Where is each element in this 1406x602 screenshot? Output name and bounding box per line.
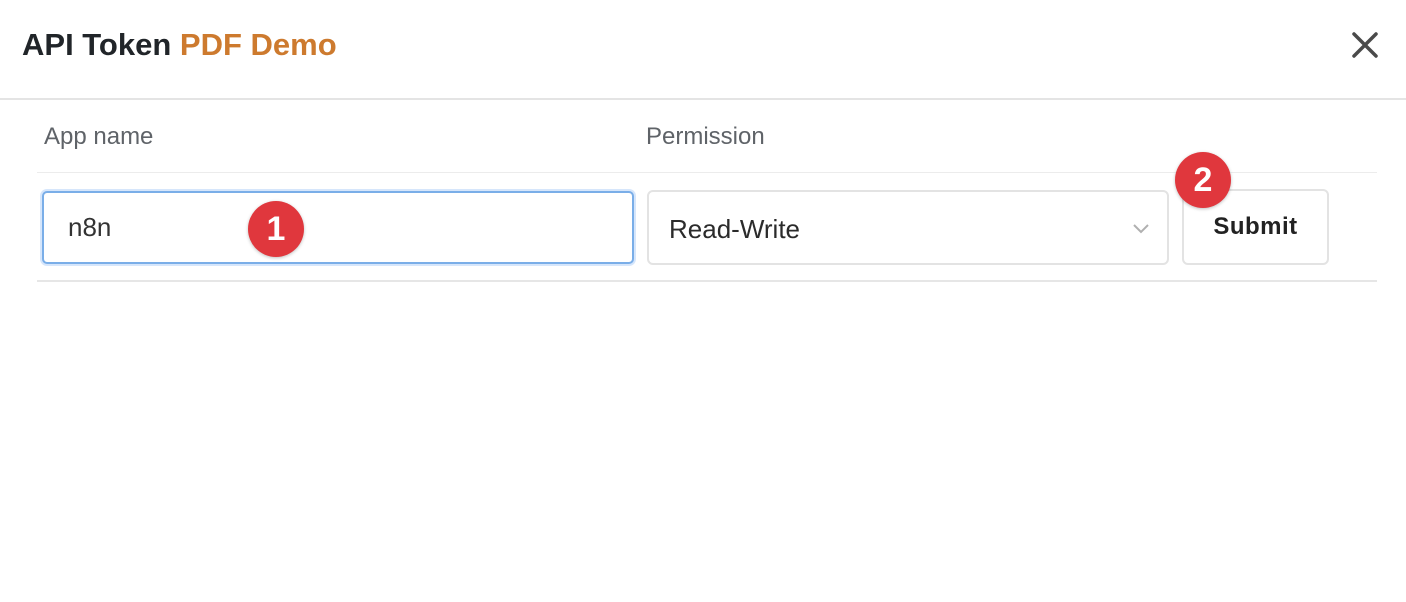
close-button[interactable] xyxy=(1346,26,1384,64)
chevron-down-icon xyxy=(1133,224,1149,234)
dialog-title-app-name: PDF Demo xyxy=(179,27,337,62)
table-header: App name Permission xyxy=(37,102,1377,173)
api-token-dialog: API Token PDF Demo App name Permission R… xyxy=(0,0,1406,602)
permission-selected-value: Read-Write xyxy=(669,214,801,244)
column-header-app-name: App name xyxy=(44,123,154,150)
step-marker-1: 1 xyxy=(248,201,304,257)
app-name-input[interactable] xyxy=(42,191,634,264)
close-icon xyxy=(1352,32,1378,58)
dialog-title: API Token PDF Demo xyxy=(22,26,337,64)
dialog-title-main: API Token xyxy=(22,27,172,62)
token-table: App name Permission Read-Write Submit xyxy=(37,102,1377,282)
column-header-permission: Permission xyxy=(646,123,765,150)
dialog-header: API Token PDF Demo xyxy=(0,0,1406,100)
step-marker-2: 2 xyxy=(1175,152,1231,208)
permission-select[interactable]: Read-Write xyxy=(647,190,1169,265)
